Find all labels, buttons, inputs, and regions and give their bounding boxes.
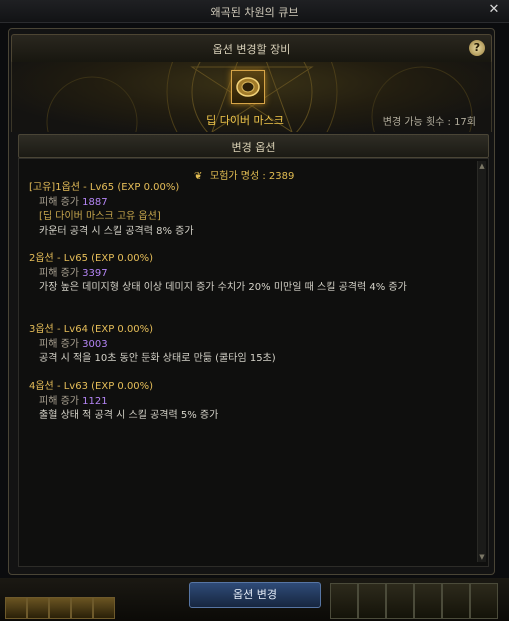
skill-slot[interactable] [386,583,414,619]
damage-value: 3397 [82,267,108,279]
scroll-down-icon[interactable]: ▼ [478,552,486,562]
option-block: 3옵션 - Lv64 (EXP 0.00%) 피해 증가 3003 공격 시 적… [29,323,479,367]
fame-line: ❦ 모험가 명성 : 2389 [194,167,294,182]
skill-slot[interactable] [470,583,498,619]
option-block: [고유]1옵션 - Lv65 (EXP 0.00%) 피해 증가 1887 [딥… [29,181,479,239]
close-icon[interactable]: ✕ [487,3,501,17]
option-desc: 출혈 상태 적 공격 시 스킬 공격력 5% 증가 [39,410,219,421]
option-block: 2옵션 - Lv65 (EXP 0.00%) 피해 증가 3397 가장 높은 … [29,252,479,296]
quickslot[interactable] [5,597,27,619]
damage-label: 피해 증가 [39,196,79,208]
equip-header-title: 옵션 변경할 장비 [212,43,291,56]
option-desc: 가장 높은 데미지형 상태 이상 데미지 증가 수치가 20% 미만일 때 스킬… [39,282,407,293]
skill-slot[interactable] [414,583,442,619]
quickslot[interactable] [49,597,71,619]
change-count: 변경 가능 횟수 : 17회 [382,117,476,128]
damage-value: 1887 [82,196,108,208]
damage-label: 피해 증가 [39,395,79,407]
option-damage: 피해 증가 3397 [29,267,479,282]
equip-header: 옵션 변경할 장비 ? [11,34,492,64]
option-damage: 피해 증가 1887 [29,196,479,211]
option-head: 4옵션 - Lv63 (EXP 0.00%) [29,381,154,392]
damage-value: 3003 [82,338,108,350]
option-desc: 카운터 공격 시 스킬 공격력 8% 증가 [39,225,194,237]
option-unique-tag: [딥 다이버 마스크 고유 옵션] [39,211,161,222]
quickslot[interactable] [27,597,49,619]
option-desc: 공격 시 적을 10초 동안 둔화 상태로 만듦 (쿨타임 15초) [39,353,276,364]
option-head: 3옵션 - Lv64 (EXP 0.00%) [29,324,154,335]
options-scrollbar[interactable]: ▲ ▼ [477,161,486,562]
skill-slot[interactable] [330,583,358,619]
skill-slot[interactable] [442,583,470,619]
item-slot[interactable] [231,70,265,104]
item-name: 딥 다이버 마스크 [206,114,284,127]
window-titlebar: 왜곡된 차원의 큐브 ✕ [0,0,509,23]
diver-mask-icon [236,77,260,97]
options-header: 변경 옵션 [18,134,489,158]
quickslot[interactable] [93,597,115,619]
option-damage: 피해 증가 3003 [29,338,479,353]
scroll-up-icon[interactable]: ▲ [478,161,486,171]
damage-value: 1121 [82,395,108,407]
skill-slot[interactable] [358,583,386,619]
fame-crest-icon: ❦ [194,171,203,182]
damage-label: 피해 증가 [39,338,79,350]
option-head: 2옵션 - Lv65 (EXP 0.00%) [29,253,154,264]
option-head: [고유]1옵션 - Lv65 (EXP 0.00%) [29,182,180,193]
options-list: ❦ 모험가 명성 : 2389 [고유]1옵션 - Lv65 (EXP 0.00%… [18,158,489,567]
option-damage: 피해 증가 1121 [29,395,479,410]
options-header-title: 변경 옵션 [231,141,276,154]
help-icon[interactable]: ? [469,40,485,56]
option-change-button[interactable]: 옵션 변경 [189,582,321,608]
window-title: 왜곡된 차원의 큐브 [210,6,299,19]
damage-label: 피해 증가 [39,267,79,279]
quickslot[interactable] [71,597,93,619]
option-block: 4옵션 - Lv63 (EXP 0.00%) 피해 증가 1121 출혈 상태 … [29,380,479,424]
